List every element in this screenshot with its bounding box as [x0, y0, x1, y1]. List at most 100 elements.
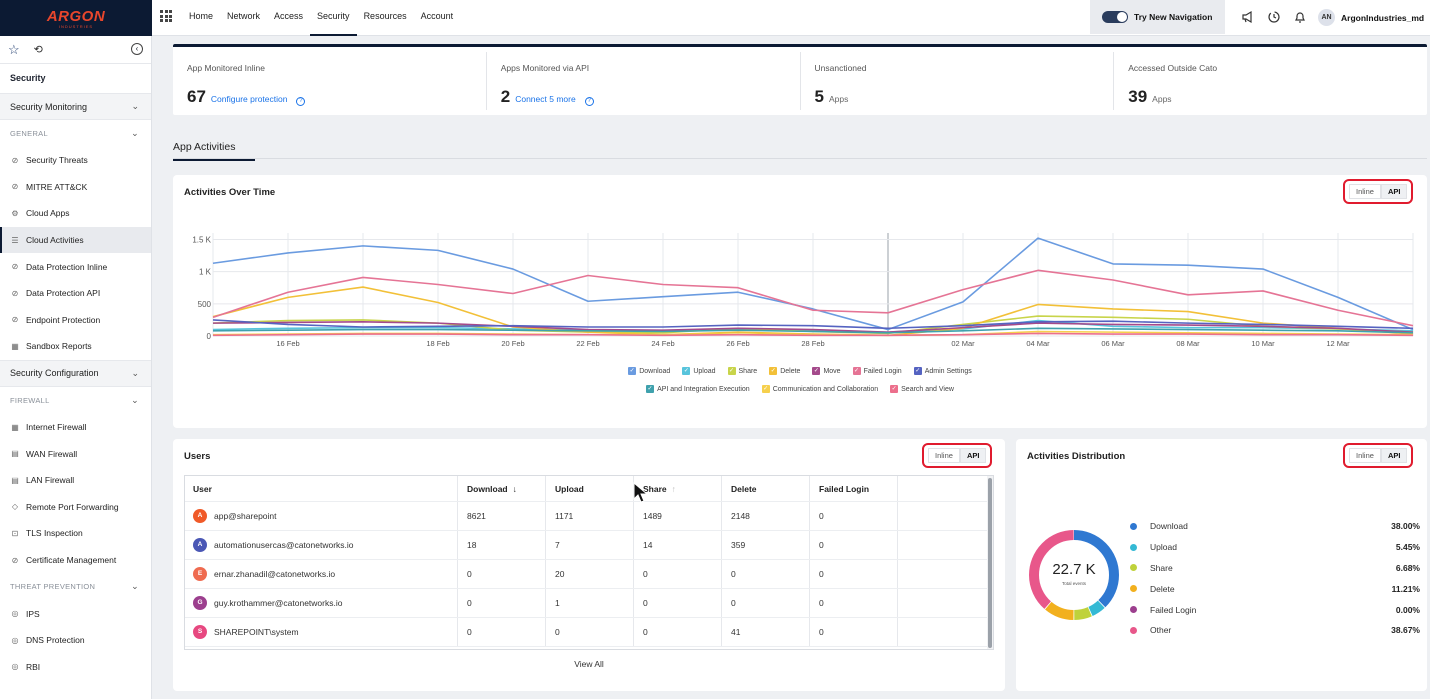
checkbox-icon[interactable]: ✓: [646, 385, 655, 393]
bell-icon[interactable]: [1292, 10, 1308, 26]
checkbox-icon[interactable]: ✓: [769, 367, 778, 375]
brand-logo[interactable]: ARGON INDUSTRIES: [0, 0, 152, 36]
sidebar-item-dns-protection[interactable]: ◎ DNS Protection: [0, 627, 151, 654]
sidebar-item-cloud-activities[interactable]: ☰ Cloud Activities: [0, 226, 151, 254]
checkbox-icon[interactable]: ✓: [727, 367, 736, 375]
checkbox-icon[interactable]: ✓: [913, 367, 922, 375]
collapse-sidebar-icon[interactable]: ‹: [131, 43, 143, 55]
legend-item-download[interactable]: ✓ Download: [628, 367, 670, 375]
col-failed-login[interactable]: Failed Login: [809, 476, 897, 501]
cell-delete: 359: [721, 531, 809, 559]
cell-share: 0: [633, 589, 721, 617]
cell-upload: 0: [545, 618, 633, 646]
table-row[interactable]: Eernar.zhanadil@catonetworks.io 0 20 0 0 0: [185, 560, 993, 589]
table-row[interactable]: Aapp@sharepoint 8621 1171 1489 2148 0: [185, 502, 993, 531]
sidebar-item-ips[interactable]: ◎ IPS: [0, 600, 151, 627]
legend-item-failed-login[interactable]: ✓ Failed Login: [852, 367, 902, 375]
nav-access[interactable]: Access: [267, 0, 310, 36]
checkbox-icon[interactable]: ✓: [682, 367, 691, 375]
sidebar-item-mitre-att-ck[interactable]: ⊘ MITRE ATT&CK: [0, 174, 151, 201]
group-firewall[interactable]: FIREWALL ⌄: [0, 387, 151, 414]
table-row[interactable]: S SHAREPOINT\system 0 0 0 41 0: [185, 618, 993, 647]
sidebar-item-tls-inspection[interactable]: ⊡ TLS Inspection: [0, 520, 151, 547]
inline-option[interactable]: Inline: [1349, 184, 1381, 199]
sidebar-item-sandbox-reports[interactable]: ▦ Sandbox Reports: [0, 333, 151, 360]
chart-legend-row2: ✓ API and Integration Execution ✓ Communica…: [173, 385, 1427, 393]
sidebar-item-wan-firewall[interactable]: ▤ WAN Firewall: [0, 440, 151, 467]
col-delete[interactable]: Delete: [721, 476, 809, 501]
legend-item-admin-settings[interactable]: ✓ Admin Settings: [913, 367, 972, 375]
checkbox-icon[interactable]: ✓: [761, 385, 770, 393]
legend-item-share[interactable]: ✓ Share: [727, 367, 757, 375]
sidebar-item-cloud-apps[interactable]: ⚙ Cloud Apps: [0, 200, 151, 227]
nav-network[interactable]: Network: [220, 0, 267, 36]
cell-failed-login: 0: [809, 560, 897, 588]
help-icon[interactable]: ?: [296, 97, 306, 106]
table-header: User Download ↓ Upload Share ↑ Delete Fail…: [185, 476, 993, 502]
cell-delete: 0: [721, 589, 809, 617]
sidebar-item-data-protection-inline[interactable]: ⊘ Data Protection Inline: [0, 253, 151, 280]
history-icon[interactable]: ⟲: [34, 43, 43, 56]
try-new-navigation[interactable]: Try New Navigation: [1090, 0, 1225, 34]
help-icon[interactable]: ?: [584, 97, 594, 106]
nav-home[interactable]: Home: [182, 0, 220, 36]
legend-item-delete[interactable]: ✓ Delete: [769, 367, 800, 375]
legend-item-upload[interactable]: ✓ Upload: [682, 367, 716, 375]
api-option[interactable]: API: [959, 448, 987, 463]
group-general[interactable]: GENERAL ⌄: [0, 120, 151, 147]
checkbox-icon[interactable]: ✓: [628, 367, 637, 375]
checkbox-icon[interactable]: ✓: [852, 367, 861, 375]
table-scrollbar[interactable]: [987, 476, 993, 649]
stat-title: Apps Monitored via API: [500, 63, 590, 73]
sidebar-item-endpoint-protection[interactable]: ⊘ Endpoint Protection: [0, 307, 151, 334]
sidebar-item-label: Endpoint Protection: [26, 314, 101, 325]
col-upload[interactable]: Upload: [545, 476, 633, 501]
sidebar-item-internet-firewall[interactable]: ▦ Internet Firewall: [0, 414, 151, 441]
sidebar-item-certificate-management[interactable]: ⊘ Certificate Management: [0, 547, 151, 574]
inline-option[interactable]: Inline: [928, 448, 960, 463]
cell-upload: 1: [545, 589, 633, 617]
col-download[interactable]: Download ↓: [457, 476, 545, 501]
user-avatar[interactable]: AN: [1318, 9, 1335, 26]
tab-app-activities[interactable]: App Activities: [173, 141, 255, 161]
api-option[interactable]: API: [1380, 184, 1408, 199]
x-tick-label: 24 Feb: [651, 339, 674, 348]
sidebar-item-lan-firewall[interactable]: ▤ LAN Firewall: [0, 467, 151, 494]
star-icon[interactable]: ☆: [8, 42, 20, 58]
scrollbar-thumb[interactable]: [988, 478, 992, 648]
whats-new-icon[interactable]: [1266, 10, 1282, 26]
legend-item-api-and-integration-execution[interactable]: ✓ API and Integration Execution: [646, 385, 750, 393]
stat-title: App Monitored Inline: [187, 63, 265, 73]
sidebar-item-icon: ▦: [11, 341, 19, 351]
checkbox-icon[interactable]: ✓: [812, 367, 821, 375]
view-all-link[interactable]: View All: [173, 659, 1005, 669]
user-avatar: A: [193, 538, 207, 552]
nav-security[interactable]: Security: [310, 0, 357, 36]
new-navigation-toggle[interactable]: [1102, 11, 1128, 23]
legend-item-search-and-view[interactable]: ✓ Search and View: [890, 385, 954, 393]
apps-grid-icon[interactable]: [160, 10, 172, 22]
connect-more-link[interactable]: Connect 5 more: [515, 94, 575, 104]
checkbox-icon[interactable]: ✓: [890, 385, 899, 393]
group-threat-prevention[interactable]: THREAT PREVENTION ⌄: [0, 573, 151, 600]
cell-upload: 7: [545, 531, 633, 559]
legend-item-communication-and-collaboration[interactable]: ✓ Communication and Collaboration: [761, 385, 878, 393]
sidebar-item-data-protection-api[interactable]: ⊘ Data Protection API: [0, 280, 151, 307]
megaphone-icon[interactable]: [1240, 10, 1256, 26]
sidebar-item-security-threats[interactable]: ⊘ Security Threats: [0, 147, 151, 174]
sidebar-item-remote-port-forwarding[interactable]: ◇ Remote Port Forwarding: [0, 494, 151, 521]
stat-unsanctioned: Unsanctioned 5 Apps: [801, 52, 1115, 110]
col-user[interactable]: User: [185, 484, 457, 494]
table-row[interactable]: Gguy.krothammer@catonetworks.io 0 1 0 0 0: [185, 589, 993, 618]
table-row[interactable]: Aautomationusercas@catonetworks.io 18 7 14 3…: [185, 531, 993, 560]
section-security-monitoring[interactable]: Security Monitoring ⌄: [0, 93, 151, 120]
nav-resources[interactable]: Resources: [357, 0, 414, 36]
nav-account[interactable]: Account: [414, 0, 461, 36]
api-option[interactable]: API: [1380, 448, 1408, 463]
sidebar-item-rbi[interactable]: ◎ RBI: [0, 654, 151, 681]
section-security-configuration[interactable]: Security Configuration ⌄: [0, 359, 151, 387]
configure-protection-link[interactable]: Configure protection: [211, 94, 288, 104]
legend-item-move[interactable]: ✓ Move: [812, 367, 841, 375]
inline-option[interactable]: Inline: [1349, 448, 1381, 463]
account-name[interactable]: ArgonIndustries_md: [1341, 13, 1424, 23]
